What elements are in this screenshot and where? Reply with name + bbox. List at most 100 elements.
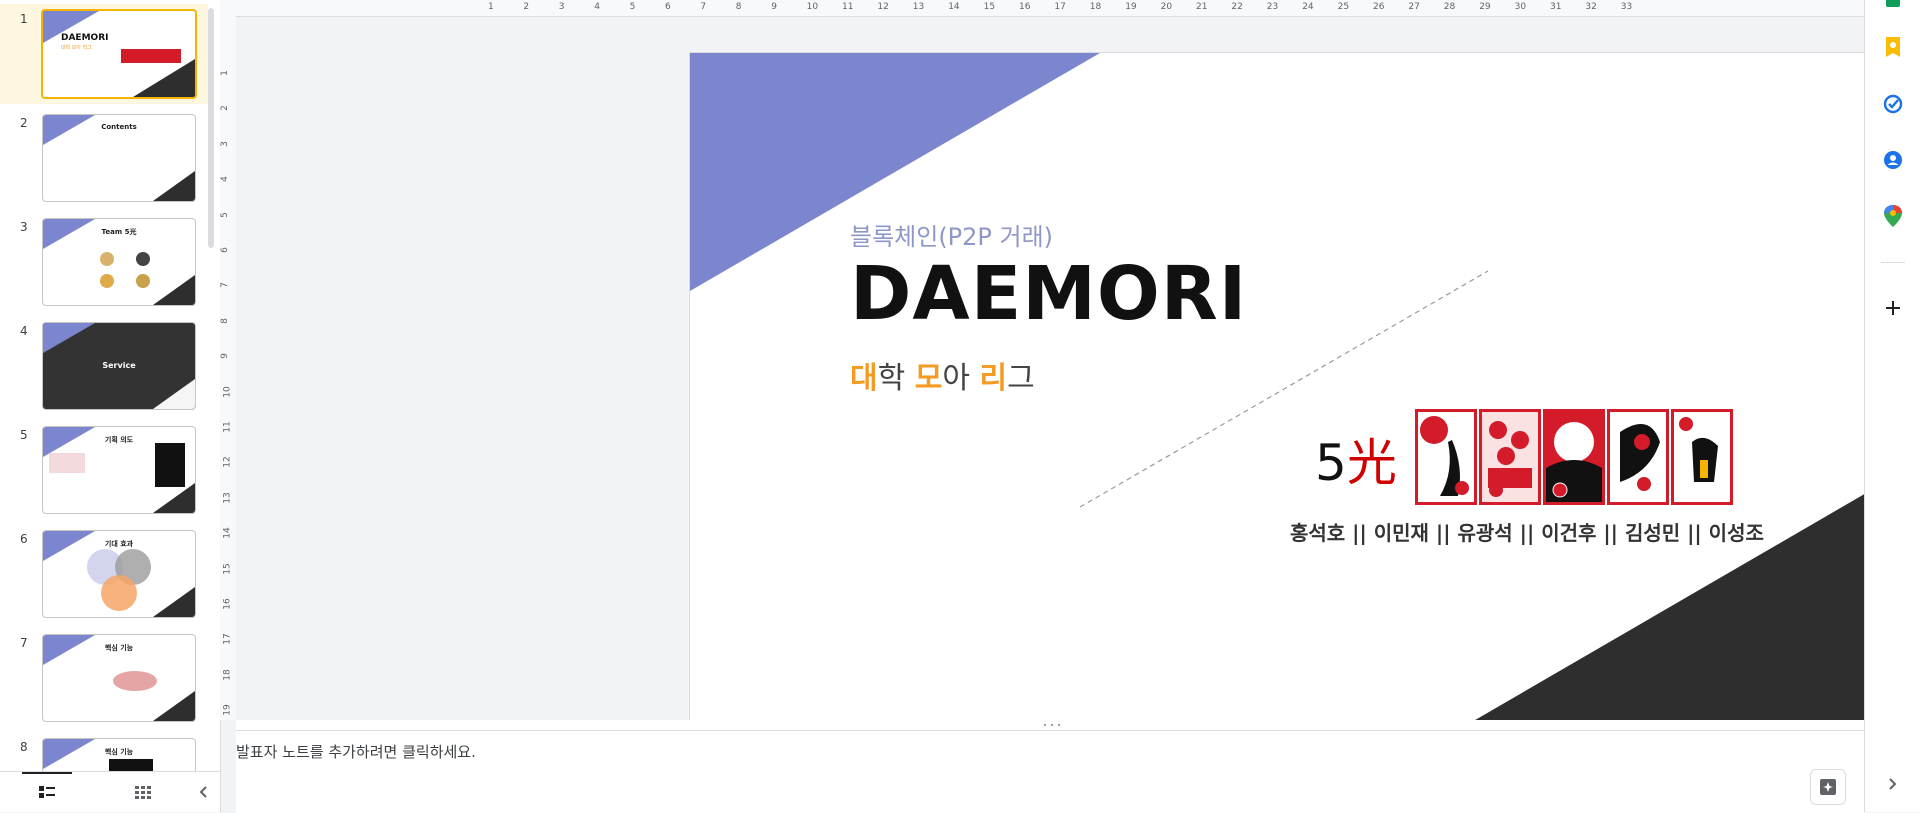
ruler-tick-label: 9 bbox=[219, 353, 230, 360]
team-kanji: 光 bbox=[1346, 434, 1397, 492]
hwatu-card-cherry bbox=[1479, 409, 1541, 505]
slide-thumbnail-2[interactable]: 2 Contents bbox=[0, 108, 208, 208]
get-addons-button[interactable] bbox=[1881, 296, 1905, 320]
slide-thumbnail-3[interactable]: 3 Team 5光 bbox=[0, 212, 208, 312]
vertical-ruler[interactable]: 1 2 3 4 5 6 7 8 9 10 11 12 13 14 15 16 17 18 19 bbox=[220, 16, 237, 720]
ruler-tick-label: 16 bbox=[1019, 2, 1031, 12]
hwatu-card-phoenix bbox=[1607, 409, 1669, 505]
ruler-tick-label: 18 bbox=[222, 669, 233, 681]
tasks-button[interactable] bbox=[1881, 92, 1905, 116]
slide-preview[interactable]: 핵심 기능 bbox=[42, 738, 196, 772]
ruler-tick-label: 28 bbox=[1443, 2, 1456, 12]
ruler-tick-label: 13 bbox=[222, 492, 233, 504]
contacts-button[interactable] bbox=[1881, 148, 1905, 172]
hwatu-card-rain bbox=[1671, 409, 1733, 505]
slide-thumbnail-1[interactable]: 1 DAEMORI 대학 모아 리그 bbox=[0, 4, 208, 104]
ruler-tick-label: 19 bbox=[1125, 2, 1137, 12]
tagline-text: 아 bbox=[942, 361, 980, 396]
ruler-tick-label: 4 bbox=[219, 176, 230, 183]
ruler-tick-label: 8 bbox=[735, 2, 742, 12]
grid-view-button[interactable] bbox=[130, 780, 156, 804]
collapse-filmstrip-button[interactable] bbox=[190, 780, 216, 804]
ruler-tick-label: 11 bbox=[222, 421, 233, 433]
slide-subtitle[interactable]: 블록체인(P2P 거래) bbox=[850, 217, 1053, 252]
thumb-title: 핵심 기능 bbox=[104, 644, 134, 652]
show-side-panel-button[interactable] bbox=[1881, 772, 1905, 796]
filmstrip-footer bbox=[0, 771, 220, 812]
explore-button[interactable] bbox=[1810, 769, 1846, 805]
slide-number: 4 bbox=[20, 324, 28, 338]
slide-preview[interactable]: 기대 효과 bbox=[42, 530, 196, 618]
slide-thumbnail-7[interactable]: 7 핵심 기능 bbox=[0, 628, 208, 728]
filmstrip-scrollbar[interactable] bbox=[208, 8, 214, 248]
slide-thumbnail-8[interactable]: 8 핵심 기능 bbox=[0, 732, 208, 772]
slide-thumbnail-6[interactable]: 6 기대 효과 bbox=[0, 524, 208, 624]
thumb-title: Service bbox=[102, 361, 136, 370]
ruler-tick-label: 3 bbox=[219, 140, 230, 147]
ruler-tick-label: 29 bbox=[1479, 2, 1491, 12]
cherry-card-art-icon bbox=[1482, 412, 1538, 502]
ruler-tick-label: 15 bbox=[983, 2, 996, 12]
active-view-indicator bbox=[22, 772, 72, 774]
slide-preview[interactable]: Team 5光 bbox=[42, 218, 196, 306]
ruler-tick-label: 24 bbox=[1302, 2, 1314, 12]
ruler-tick-label: 2 bbox=[523, 2, 530, 12]
ruler-tick-label: 14 bbox=[948, 2, 960, 12]
ruler-tick-label: 4 bbox=[594, 2, 600, 12]
crane-card-art-icon bbox=[1420, 416, 1469, 496]
hwatu-card-crane bbox=[1415, 409, 1477, 505]
chevron-left-icon bbox=[199, 786, 207, 798]
slide-preview[interactable]: DAEMORI 대학 모아 리그 bbox=[41, 9, 197, 99]
ruler-tick-label: 27 bbox=[1408, 2, 1420, 12]
ruler-tick-label: 6 bbox=[665, 2, 671, 12]
team-name-label[interactable]: 5光 bbox=[1315, 423, 1397, 495]
ruler-tick-label: 26 bbox=[1373, 2, 1385, 12]
slide-number: 5 bbox=[20, 428, 28, 442]
add-icon bbox=[1886, 301, 1900, 315]
hwatu-card-image[interactable] bbox=[1415, 409, 1733, 505]
ruler-tick-label: 9 bbox=[771, 2, 777, 12]
slide-preview[interactable]: 핵심 기능 bbox=[42, 634, 196, 722]
slide-title[interactable]: DAEMORI bbox=[850, 251, 1247, 337]
grid-view-icon bbox=[135, 786, 151, 799]
speaker-notes[interactable]: 발표자 노트를 추가하려면 클릭하세요. bbox=[236, 730, 1864, 813]
slide-preview[interactable]: 기획 의도 bbox=[42, 426, 196, 514]
tagline-text: 그 bbox=[1007, 361, 1035, 396]
slide-thumbnail-5[interactable]: 5 기획 의도 bbox=[0, 420, 208, 520]
horizontal-ruler[interactable]: 1 2 3 4 5 6 7 8 9 10 11 12 13 14 15 16 17 18 19 20 21 22 23 24 2… bbox=[236, 0, 1864, 17]
slide-preview[interactable]: Service bbox=[42, 322, 196, 410]
slide-tagline[interactable]: 대학 모아 리그 bbox=[850, 353, 1035, 397]
ruler-tick-label: 25 bbox=[1337, 2, 1350, 12]
ruler-tick-label: 1 bbox=[219, 70, 230, 76]
ruler-tick-label: 10 bbox=[222, 385, 233, 398]
side-panel bbox=[1864, 0, 1920, 812]
ruler-tick-label: 6 bbox=[219, 247, 230, 253]
ruler-tick-label: 10 bbox=[806, 2, 819, 12]
ruler-tick-label: 20 bbox=[1160, 2, 1173, 12]
ruler-tick-label: 32 bbox=[1585, 2, 1597, 12]
ruler-tick-label: 30 bbox=[1514, 2, 1527, 12]
maps-icon bbox=[1884, 205, 1902, 227]
slide-preview[interactable]: Contents bbox=[42, 114, 196, 202]
side-panel-separator bbox=[1881, 262, 1905, 263]
ruler-tick-label: 18 bbox=[1089, 2, 1102, 12]
moon-card-art-icon bbox=[1546, 412, 1602, 502]
maps-button[interactable] bbox=[1881, 204, 1905, 228]
notes-resize-handle[interactable] bbox=[236, 720, 1864, 730]
current-slide[interactable]: 블록체인(P2P 거래) DAEMORI 대학 모아 리그 5光 홍석호 || … bbox=[690, 53, 1880, 723]
slide-thumbnail-4[interactable]: 4 Service bbox=[0, 316, 208, 416]
slide-preview-shapes bbox=[43, 11, 195, 97]
ruler-tick-label: 31 bbox=[1550, 2, 1562, 12]
team-members[interactable]: 홍석호 || 이민재 || 유광석 || 이건후 || 김성민 || 이성조 bbox=[1290, 517, 1764, 546]
filmstrip-view-button[interactable] bbox=[34, 780, 60, 804]
sheets-button[interactable] bbox=[1881, 0, 1905, 10]
ruler-tick-label: 12 bbox=[222, 456, 233, 469]
contacts-icon bbox=[1884, 151, 1902, 169]
slide-number: 1 bbox=[20, 12, 28, 26]
tagline-text: 학 bbox=[877, 361, 915, 396]
slide-number: 7 bbox=[20, 636, 28, 650]
keep-button[interactable] bbox=[1881, 36, 1905, 60]
ruler-tick-label: 15 bbox=[222, 562, 233, 575]
tagline-letter: 모 bbox=[914, 361, 943, 396]
speaker-notes-placeholder[interactable]: 발표자 노트를 추가하려면 클릭하세요. bbox=[236, 741, 476, 762]
